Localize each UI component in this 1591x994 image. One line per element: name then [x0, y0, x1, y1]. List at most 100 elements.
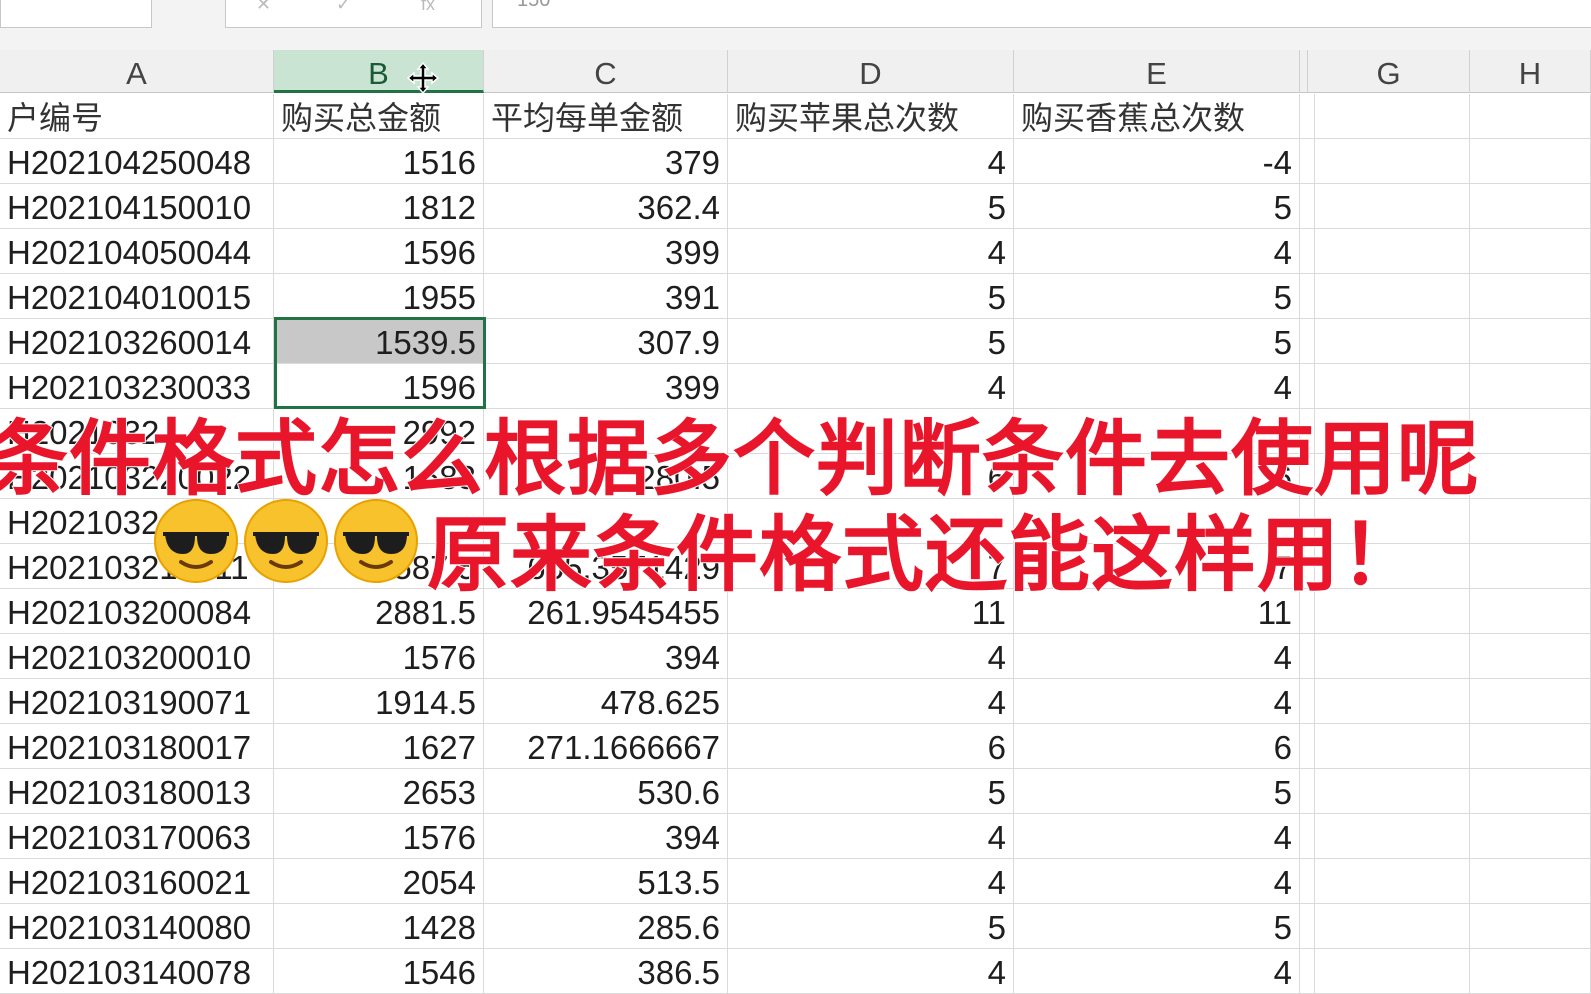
- column-header-e[interactable]: E: [1014, 50, 1300, 93]
- table-cell[interactable]: H202104150010: [0, 184, 274, 229]
- empty-cell[interactable]: [1470, 139, 1591, 184]
- header-cell[interactable]: 户编号: [0, 94, 274, 139]
- table-cell[interactable]: 513.5: [484, 859, 728, 904]
- empty-cell[interactable]: [1470, 229, 1591, 274]
- table-cell[interactable]: 5: [1014, 769, 1300, 814]
- table-cell[interactable]: 6: [728, 724, 1014, 769]
- empty-cell[interactable]: [1470, 949, 1591, 994]
- empty-cell[interactable]: [1308, 634, 1470, 679]
- empty-cell[interactable]: [1470, 94, 1591, 139]
- header-cell[interactable]: 平均每单金额: [484, 94, 728, 139]
- table-cell[interactable]: 1955: [274, 274, 484, 319]
- table-cell[interactable]: 4: [1014, 679, 1300, 724]
- table-cell[interactable]: 362.4: [484, 184, 728, 229]
- table-cell[interactable]: H202103140080: [0, 904, 274, 949]
- table-cell[interactable]: 4: [728, 229, 1014, 274]
- table-cell[interactable]: 1516: [274, 139, 484, 184]
- table-cell[interactable]: 5: [1014, 184, 1300, 229]
- table-cell[interactable]: 478.625: [484, 679, 728, 724]
- table-cell[interactable]: 5: [728, 184, 1014, 229]
- table-cell[interactable]: H202103190071: [0, 679, 274, 724]
- empty-cell[interactable]: [1470, 634, 1591, 679]
- table-cell[interactable]: H202103140078: [0, 949, 274, 994]
- empty-cell[interactable]: [1470, 319, 1591, 364]
- table-cell[interactable]: 5: [1014, 274, 1300, 319]
- table-cell[interactable]: 5: [728, 769, 1014, 814]
- table-cell[interactable]: 5: [728, 319, 1014, 364]
- name-box[interactable]: [0, 0, 152, 28]
- table-cell[interactable]: H202104010015: [0, 274, 274, 319]
- table-cell[interactable]: H202103260014: [0, 319, 274, 364]
- empty-cell[interactable]: [1308, 859, 1470, 904]
- empty-cell[interactable]: [1308, 679, 1470, 724]
- table-cell[interactable]: 4: [1014, 634, 1300, 679]
- empty-cell[interactable]: [1470, 814, 1591, 859]
- formula-input[interactable]: 150: [492, 0, 1591, 28]
- empty-cell[interactable]: [1470, 724, 1591, 769]
- table-cell[interactable]: 271.1666667: [484, 724, 728, 769]
- empty-cell[interactable]: [1470, 769, 1591, 814]
- table-cell[interactable]: H202103180013: [0, 769, 274, 814]
- fx-icon[interactable]: fx: [421, 0, 435, 13]
- empty-cell[interactable]: [1308, 904, 1470, 949]
- table-cell[interactable]: 285.6: [484, 904, 728, 949]
- empty-cell[interactable]: [1308, 319, 1470, 364]
- table-cell[interactable]: H202103170063: [0, 814, 274, 859]
- header-cell[interactable]: 购买香蕉总次数: [1014, 94, 1300, 139]
- table-cell[interactable]: 307.9: [484, 319, 728, 364]
- table-cell[interactable]: H202104050044: [0, 229, 274, 274]
- table-cell[interactable]: 1576: [274, 814, 484, 859]
- table-cell[interactable]: 4: [728, 139, 1014, 184]
- table-cell[interactable]: 1812: [274, 184, 484, 229]
- column-header-f[interactable]: [1300, 50, 1308, 93]
- cancel-icon[interactable]: ✕: [256, 0, 271, 13]
- empty-cell[interactable]: [1470, 679, 1591, 724]
- table-cell[interactable]: 1596: [274, 229, 484, 274]
- table-cell[interactable]: 4: [1014, 949, 1300, 994]
- table-cell[interactable]: 5: [728, 904, 1014, 949]
- table-cell[interactable]: 1914.5: [274, 679, 484, 724]
- table-cell[interactable]: 4: [1014, 229, 1300, 274]
- table-cell[interactable]: 2653: [274, 769, 484, 814]
- empty-cell[interactable]: [1308, 184, 1470, 229]
- empty-cell[interactable]: [1470, 904, 1591, 949]
- table-cell[interactable]: 5: [728, 274, 1014, 319]
- table-cell[interactable]: 4: [1014, 814, 1300, 859]
- table-cell[interactable]: 4: [728, 814, 1014, 859]
- table-cell[interactable]: H202103160021: [0, 859, 274, 904]
- empty-cell[interactable]: [1308, 139, 1470, 184]
- table-cell[interactable]: 391: [484, 274, 728, 319]
- table-cell[interactable]: 394: [484, 634, 728, 679]
- table-cell[interactable]: 530.6: [484, 769, 728, 814]
- table-cell[interactable]: 4: [728, 859, 1014, 904]
- table-cell[interactable]: 5: [1014, 904, 1300, 949]
- empty-cell[interactable]: [1470, 859, 1591, 904]
- column-header-g[interactable]: G: [1308, 50, 1470, 93]
- column-header-c[interactable]: C: [484, 50, 728, 93]
- table-cell[interactable]: 1627: [274, 724, 484, 769]
- empty-cell[interactable]: [1470, 274, 1591, 319]
- empty-cell[interactable]: [1470, 184, 1591, 229]
- table-cell[interactable]: 4: [728, 634, 1014, 679]
- table-cell[interactable]: 5: [1014, 319, 1300, 364]
- table-cell[interactable]: 1428: [274, 904, 484, 949]
- confirm-icon[interactable]: ✓: [336, 0, 351, 13]
- empty-cell[interactable]: [1308, 94, 1470, 139]
- table-cell[interactable]: 4: [728, 679, 1014, 724]
- empty-cell[interactable]: [1308, 724, 1470, 769]
- table-cell[interactable]: H202103200010: [0, 634, 274, 679]
- table-cell[interactable]: -4: [1014, 139, 1300, 184]
- table-cell[interactable]: 1576: [274, 634, 484, 679]
- table-cell[interactable]: 379: [484, 139, 728, 184]
- table-cell[interactable]: 1546: [274, 949, 484, 994]
- table-cell[interactable]: 2054: [274, 859, 484, 904]
- table-cell[interactable]: 399: [484, 229, 728, 274]
- column-header-b[interactable]: B: [274, 50, 484, 93]
- table-cell[interactable]: 4: [728, 949, 1014, 994]
- empty-cell[interactable]: [1308, 769, 1470, 814]
- empty-cell[interactable]: [1308, 814, 1470, 859]
- table-cell[interactable]: H202104250048: [0, 139, 274, 184]
- column-header-h[interactable]: H: [1470, 50, 1591, 93]
- table-cell[interactable]: 386.5: [484, 949, 728, 994]
- empty-cell[interactable]: [1308, 274, 1470, 319]
